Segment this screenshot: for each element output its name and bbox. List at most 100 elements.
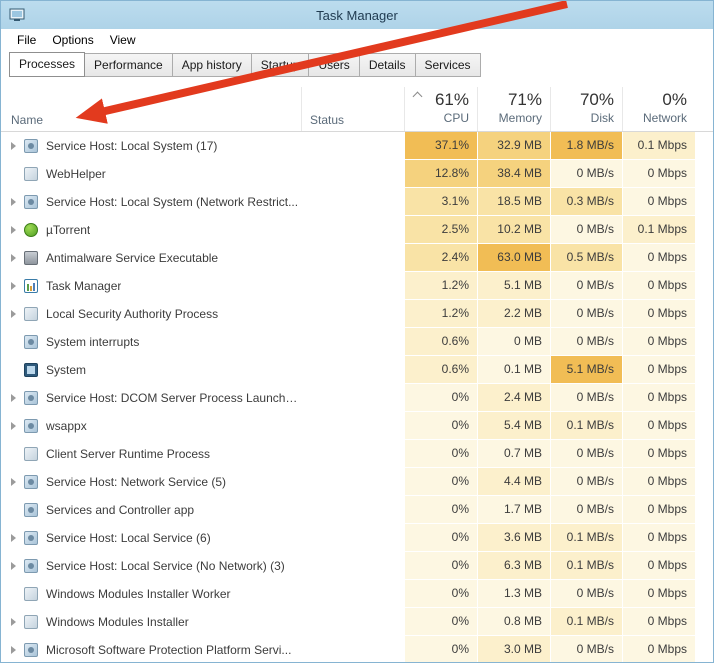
table-row[interactable]: Task Manager 1.2% 5.1 MB 0 MB/s 0 Mbps [1,272,713,300]
expand-chevron-icon[interactable] [11,618,16,626]
column-header-memory[interactable]: 71% Memory [477,87,550,131]
disk-cell: 0.1 MB/s [550,524,622,552]
table-row[interactable]: wsappx 0% 5.4 MB 0.1 MB/s 0 Mbps [1,412,713,440]
network-cell: 0 Mbps [622,160,695,188]
expand-chevron-icon[interactable] [11,198,16,206]
network-cell: 0 Mbps [622,356,695,384]
table-row[interactable]: Service Host: Network Service (5) 0% 4.4… [1,468,713,496]
table-row[interactable]: System 0.6% 0.1 MB 5.1 MB/s 0 Mbps [1,356,713,384]
column-header-status[interactable]: Status [301,87,404,131]
tab-services[interactable]: Services [415,53,481,77]
expand-chevron-icon[interactable] [11,646,16,654]
process-list: Service Host: Local System (17) 37.1% 32… [1,132,713,663]
network-cell: 0 Mbps [622,272,695,300]
cpu-cell: 0% [404,524,477,552]
process-name: Service Host: Local Service (6) [46,531,211,545]
network-cell: 0.1 Mbps [622,216,695,244]
expand-chevron-icon[interactable] [11,394,16,402]
table-row[interactable]: WebHelper 12.8% 38.4 MB 0 MB/s 0 Mbps [1,160,713,188]
menu-view[interactable]: View [102,30,144,50]
menu-file[interactable]: File [9,30,44,50]
table-row[interactable]: Services and Controller app 0% 1.7 MB 0 … [1,496,713,524]
cpu-cell: 0% [404,440,477,468]
column-header-name[interactable]: Name [1,87,301,131]
process-name: System interrupts [46,335,139,349]
column-header-cpu[interactable]: 61% CPU [404,87,477,131]
network-cell: 0 Mbps [622,636,695,663]
process-name: Antimalware Service Executable [46,251,218,265]
table-row[interactable]: Service Host: Local Service (6) 0% 3.6 M… [1,524,713,552]
expand-chevron-icon[interactable] [11,478,16,486]
expand-chevron-icon[interactable] [11,422,16,430]
process-name: Service Host: DCOM Server Process Launch… [46,391,301,405]
status-cell [301,244,404,272]
memory-cell: 3.0 MB [477,636,550,663]
cpu-header-label: CPU [405,111,469,125]
tab-startup[interactable]: Startup [251,53,310,77]
table-row[interactable]: µTorrent 2.5% 10.2 MB 0 MB/s 0.1 Mbps [1,216,713,244]
status-cell [301,636,404,663]
status-header-label: Status [310,113,344,127]
column-header-network[interactable]: 0% Network [622,87,695,131]
process-icon [24,307,38,321]
process-name-cell: Service Host: Local System (Network Rest… [1,188,301,216]
status-cell [301,580,404,608]
process-name-cell: Antimalware Service Executable [1,244,301,272]
table-row[interactable]: Service Host: Local Service (No Network)… [1,552,713,580]
network-total-percent: 0% [623,90,687,110]
process-name-cell: Service Host: Network Service (5) [1,468,301,496]
table-row[interactable]: Local Security Authority Process 1.2% 2.… [1,300,713,328]
title-bar[interactable]: Task Manager [1,1,713,29]
expand-chevron-icon[interactable] [11,254,16,262]
table-row[interactable]: System interrupts 0.6% 0 MB 0 MB/s 0 Mbp… [1,328,713,356]
expand-chevron-icon[interactable] [11,534,16,542]
status-cell [301,524,404,552]
process-name-cell: Service Host: Local Service (6) [1,524,301,552]
process-name: Windows Modules Installer [46,615,189,629]
menu-options[interactable]: Options [44,30,101,50]
table-row[interactable]: Windows Modules Installer Worker 0% 1.3 … [1,580,713,608]
status-cell [301,132,404,160]
column-header-disk[interactable]: 70% Disk [550,87,622,131]
status-cell [301,328,404,356]
network-cell: 0 Mbps [622,384,695,412]
disk-cell: 0.3 MB/s [550,188,622,216]
memory-cell: 2.4 MB [477,384,550,412]
process-name: Service Host: Local System (Network Rest… [46,195,298,209]
table-row[interactable]: Service Host: Local System (Network Rest… [1,188,713,216]
memory-cell: 6.3 MB [477,552,550,580]
table-row[interactable]: Client Server Runtime Process 0% 0.7 MB … [1,440,713,468]
network-cell: 0 Mbps [622,608,695,636]
status-cell [301,440,404,468]
tab-app-history[interactable]: App history [172,53,252,77]
table-row[interactable]: Service Host: Local System (17) 37.1% 32… [1,132,713,160]
process-icon [24,447,38,461]
process-icon [24,503,38,517]
memory-cell: 2.2 MB [477,300,550,328]
tab-performance[interactable]: Performance [84,53,173,77]
process-icon [24,587,38,601]
process-name: Task Manager [46,279,121,293]
disk-cell: 0.5 MB/s [550,244,622,272]
table-row[interactable]: Microsoft Software Protection Platform S… [1,636,713,663]
expand-chevron-icon[interactable] [11,310,16,318]
tab-details[interactable]: Details [359,53,416,77]
memory-cell: 0.7 MB [477,440,550,468]
tab-processes[interactable]: Processes [9,52,85,77]
process-name: Microsoft Software Protection Platform S… [46,643,291,657]
expand-chevron-icon[interactable] [11,142,16,150]
expand-chevron-icon[interactable] [11,282,16,290]
process-name-cell: Task Manager [1,272,301,300]
process-name-cell: System [1,356,301,384]
process-name-cell: Service Host: Local Service (No Network)… [1,552,301,580]
process-name: Service Host: Network Service (5) [46,475,226,489]
tab-users[interactable]: Users [308,53,359,77]
table-row[interactable]: Service Host: DCOM Server Process Launch… [1,384,713,412]
status-cell [301,384,404,412]
disk-cell: 0 MB/s [550,300,622,328]
disk-cell: 0 MB/s [550,160,622,188]
table-row[interactable]: Antimalware Service Executable 2.4% 63.0… [1,244,713,272]
expand-chevron-icon[interactable] [11,562,16,570]
table-row[interactable]: Windows Modules Installer 0% 0.8 MB 0.1 … [1,608,713,636]
expand-chevron-icon[interactable] [11,226,16,234]
